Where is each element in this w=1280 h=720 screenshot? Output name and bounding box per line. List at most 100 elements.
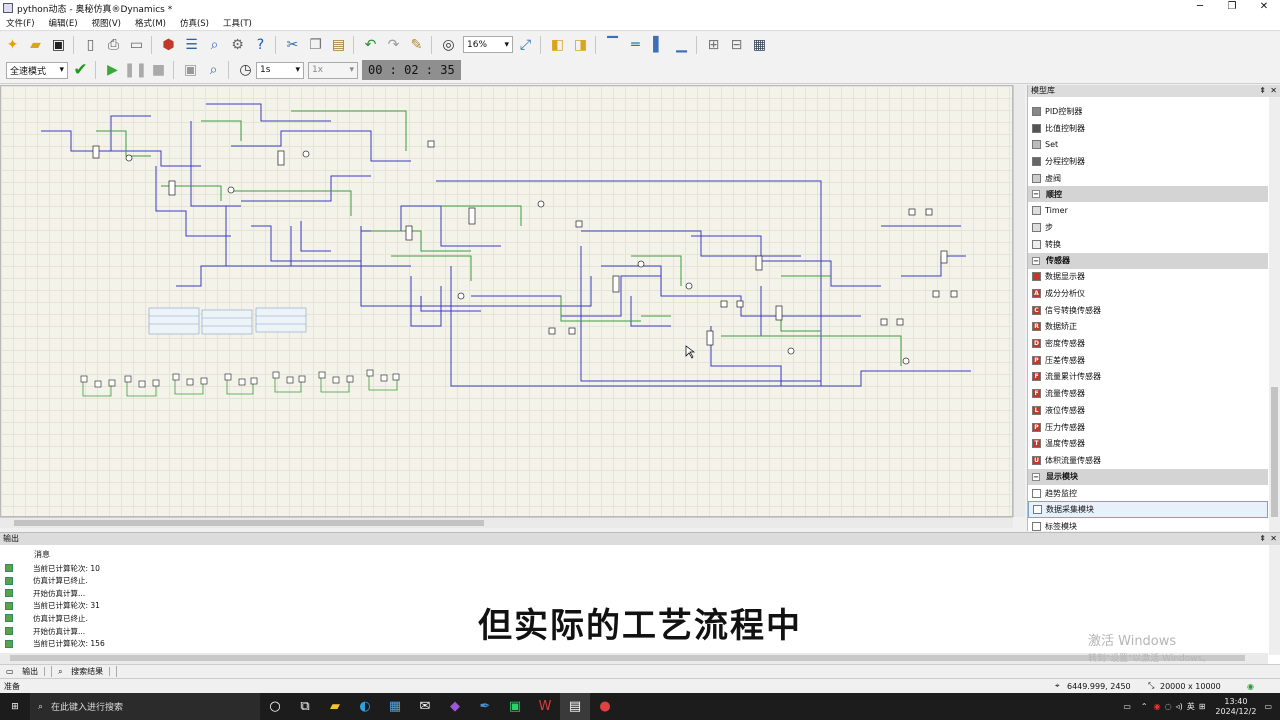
menu-format[interactable]: 格式(M) — [135, 17, 166, 29]
align-top-icon[interactable]: ▔ — [602, 34, 623, 55]
notification-icon[interactable]: ▭ — [1264, 702, 1272, 711]
library-category[interactable]: − 顺控 — [1028, 186, 1268, 203]
save-icon[interactable]: ▣ — [48, 34, 69, 55]
library-item[interactable]: D 密度传感器 — [1028, 335, 1268, 352]
window-layout-icon[interactable]: ▦ — [749, 34, 770, 55]
pycharm-icon[interactable]: ▣ — [500, 693, 530, 720]
help-icon[interactable]: ? — [250, 34, 271, 55]
edge-browser-icon[interactable]: ◐ — [350, 693, 380, 720]
close-button[interactable]: ✕ — [1248, 0, 1280, 16]
page-setup-icon[interactable]: ▯ — [80, 34, 101, 55]
library-item[interactable]: A 成分分析仪 — [1028, 285, 1268, 302]
library-item[interactable]: T 温度传感器 — [1028, 435, 1268, 452]
redo-icon[interactable]: ↷ — [383, 34, 404, 55]
simulator-app-icon[interactable]: ▤ — [560, 693, 590, 720]
align-bottom-icon[interactable]: ▁ — [671, 34, 692, 55]
library-item[interactable]: 转换 — [1028, 236, 1268, 253]
tab-output[interactable]: ▭ 输出 — [0, 666, 53, 677]
new-file-icon[interactable]: ✦ — [2, 34, 23, 55]
windows-start-icon[interactable]: ⊞ — [0, 693, 30, 720]
binoculars-icon[interactable]: ◎ — [438, 34, 459, 55]
stop-icon[interactable]: ■ — [148, 60, 169, 81]
flowsheet-canvas[interactable] — [0, 85, 1013, 517]
fit-to-window-icon[interactable]: ⤢ — [515, 34, 536, 55]
message-row[interactable]: 当前已计算轮次: 10 — [5, 562, 100, 574]
collapse-icon[interactable]: − — [1032, 472, 1040, 481]
cut-icon[interactable]: ✂ — [282, 34, 303, 55]
tray-expand-icon[interactable]: ⌃ — [1141, 702, 1148, 711]
menu-view[interactable]: 视图(V) — [92, 17, 121, 29]
file-explorer-icon[interactable]: ▰ — [320, 693, 350, 720]
menu-file[interactable]: 文件(F) — [6, 17, 35, 29]
library-item[interactable]: P 压力传感器 — [1028, 419, 1268, 436]
store-icon[interactable]: ▦ — [380, 693, 410, 720]
group-icon[interactable]: ⊞ — [703, 34, 724, 55]
find-icon[interactable]: ⌕ — [204, 34, 225, 55]
undo-icon[interactable]: ↶ — [360, 34, 381, 55]
check-icon[interactable]: ✔ — [70, 60, 91, 81]
cortana-icon[interactable]: ○ — [260, 693, 290, 720]
library-item[interactable]: F 流量传感器 — [1028, 385, 1268, 402]
output-horizontal-scrollbar[interactable] — [0, 653, 1268, 664]
library-item[interactable]: Timer — [1028, 202, 1268, 219]
volume-icon[interactable]: ◃) — [1176, 702, 1183, 711]
open-folder-icon[interactable]: ▰ — [25, 34, 46, 55]
menu-edit[interactable]: 编辑(E) — [49, 17, 78, 29]
library-item[interactable]: R 数据矫正 — [1028, 319, 1268, 336]
canvas-horizontal-scrollbar[interactable] — [0, 517, 1013, 528]
ungroup-icon[interactable]: ⊟ — [726, 34, 747, 55]
collapse-icon[interactable]: − — [1032, 256, 1040, 265]
library-item[interactable]: U 体积流量传感器 — [1028, 452, 1268, 469]
library-item[interactable]: C 信号转换传感器 — [1028, 302, 1268, 319]
menu-tools[interactable]: 工具(T) — [223, 17, 252, 29]
run-mode-select[interactable]: 全速模式 ▾ — [6, 61, 68, 79]
minimize-button[interactable]: ─ — [1184, 0, 1216, 16]
scrollbar-thumb[interactable] — [10, 655, 1245, 661]
message-row[interactable]: 仿真计算已终止. — [5, 575, 88, 587]
library-item[interactable]: 步 — [1028, 219, 1268, 236]
scrollbar-thumb[interactable] — [14, 520, 484, 526]
library-item[interactable]: Set — [1028, 136, 1268, 153]
chat-icon[interactable]: ▭ — [1123, 702, 1131, 711]
library-item[interactable]: 数据采集模块 — [1028, 501, 1268, 519]
format-brush-icon[interactable]: ✎ — [406, 34, 427, 55]
clock[interactable]: 13:40 2024/12/2 — [1215, 697, 1256, 717]
pen-app-icon[interactable]: ✒ — [470, 693, 500, 720]
ime-indicator[interactable]: 英 — [1187, 701, 1195, 712]
tab-search-results[interactable]: ⌕ 搜索结果 — [52, 666, 118, 677]
wps-icon[interactable]: W — [530, 693, 560, 720]
library-item[interactable]: 分程控制器 — [1028, 153, 1268, 170]
library-item[interactable]: P 压差传感器 — [1028, 352, 1268, 369]
close-icon[interactable]: ✕ — [1270, 533, 1277, 545]
pause-icon[interactable]: ❚❚ — [124, 60, 147, 81]
library-item[interactable]: 趋势监控 — [1028, 485, 1268, 502]
library-item[interactable]: PID控制器 — [1028, 103, 1268, 120]
library-scrollbar[interactable] — [1269, 97, 1280, 531]
properties-list-icon[interactable]: ☰ — [181, 34, 202, 55]
library-category[interactable]: − 显示模块 — [1028, 468, 1268, 485]
collapse-icon[interactable]: − — [1032, 190, 1040, 199]
library-item[interactable]: F 流量累计传感器 — [1028, 369, 1268, 386]
library-item[interactable]: 虚阀 — [1028, 170, 1268, 187]
library-item[interactable]: L 液位传感器 — [1028, 402, 1268, 419]
monitor-search-icon[interactable]: ⌕ — [203, 60, 224, 81]
mail-icon[interactable]: ✉ — [410, 693, 440, 720]
speed-select[interactable]: 1x ▾ — [308, 61, 358, 79]
paste-icon[interactable]: ▤ — [328, 34, 349, 55]
close-icon[interactable]: ✕ — [1270, 85, 1277, 97]
restore-button[interactable]: ❐ — [1216, 0, 1248, 16]
menu-simulation[interactable]: 仿真(S) — [180, 17, 209, 29]
copy-icon[interactable]: ❐ — [305, 34, 326, 55]
visual-studio-icon[interactable]: ◆ — [440, 693, 470, 720]
record-icon[interactable]: ◉ — [1154, 702, 1161, 711]
align-left-icon[interactable]: ▌ — [648, 34, 669, 55]
task-view-icon[interactable]: ⧉ — [290, 693, 320, 720]
canvas-vertical-scrollbar[interactable] — [1013, 85, 1025, 517]
bring-front-icon[interactable]: ◧ — [547, 34, 568, 55]
scrollbar-thumb[interactable] — [1271, 387, 1278, 517]
pin-icon[interactable]: ⇞ — [1259, 85, 1266, 97]
component-library-icon[interactable]: ⬢ — [158, 34, 179, 55]
pin-icon[interactable]: ⇞ — [1259, 533, 1266, 545]
recorder-icon[interactable]: ● — [590, 693, 620, 720]
send-back-icon[interactable]: ◨ — [570, 34, 591, 55]
